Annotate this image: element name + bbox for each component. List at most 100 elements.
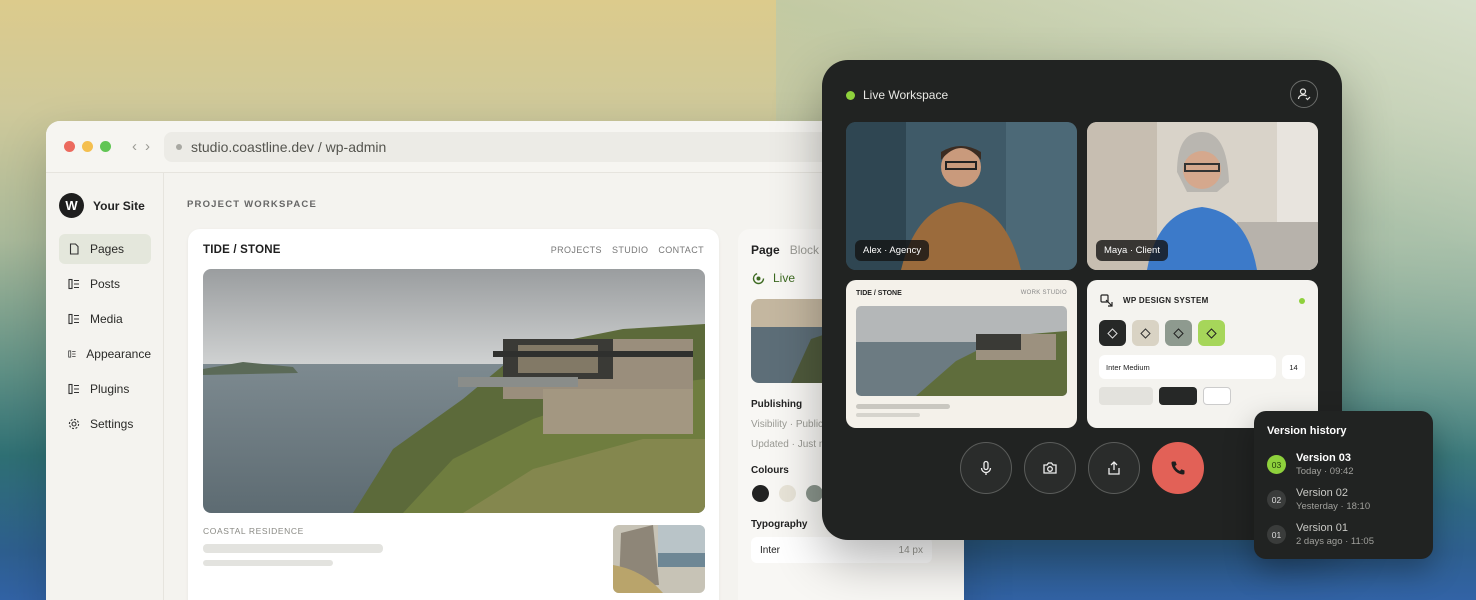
- sidebar-item-pages[interactable]: Pages: [59, 234, 151, 264]
- workspace-title: Live Workspace: [863, 88, 949, 102]
- publishing-label: Publishing: [751, 399, 803, 410]
- colour-swatch[interactable]: [806, 485, 823, 502]
- site-info-icon: [176, 143, 182, 150]
- mini-hero-image: [856, 306, 1067, 396]
- participant-label: Alex · Agency: [855, 240, 930, 261]
- preview-nav-studio[interactable]: STUDIO: [612, 245, 648, 255]
- maximize-window-button[interactable]: [100, 141, 111, 152]
- forward-arrow-icon[interactable]: ›: [145, 138, 150, 155]
- version-number-badge: 03: [1267, 455, 1286, 474]
- posts-icon: [68, 278, 79, 290]
- plugins-icon: [68, 383, 79, 395]
- version-date: 2 days ago · 11:05: [1296, 536, 1374, 547]
- sidebar-item-label: Media: [90, 312, 123, 326]
- sidebar-item-label: Settings: [90, 417, 134, 431]
- style-tile[interactable]: [1165, 320, 1192, 346]
- sidebar-item-label: Appearance: [86, 347, 151, 361]
- version-history-title: Version history: [1267, 425, 1347, 437]
- design-system-card[interactable]: WP DESIGN SYSTEM Inter Medium 14: [1087, 280, 1318, 428]
- back-arrow-icon[interactable]: ‹: [132, 138, 137, 155]
- fill-icon: [1140, 327, 1151, 339]
- sidebar-item-appearance[interactable]: Appearance: [59, 339, 151, 369]
- participant-label: Maya · Client: [1096, 240, 1168, 261]
- version-item[interactable]: 01 Version 01 2 days ago · 11:05: [1267, 522, 1374, 547]
- version-item[interactable]: 02 Version 02 Yesterday · 18:10: [1267, 487, 1370, 512]
- button-style-outline[interactable]: [1203, 387, 1231, 405]
- media-icon: [68, 313, 79, 325]
- style-tile[interactable]: [1132, 320, 1159, 346]
- colour-swatch[interactable]: [752, 485, 769, 502]
- site-header[interactable]: W Your Site: [46, 173, 163, 218]
- preview-nav-contact[interactable]: CONTACT: [658, 245, 704, 255]
- font-selector[interactable]: Inter 14 px: [751, 537, 932, 563]
- share-icon: [1108, 461, 1120, 475]
- colour-swatch[interactable]: [779, 485, 796, 502]
- version-name: Version 03: [1296, 452, 1352, 464]
- preview-nav-projects[interactable]: PROJECTS: [551, 245, 602, 255]
- hero-image: [203, 269, 705, 513]
- site-name: Your Site: [93, 198, 145, 213]
- close-window-button[interactable]: [64, 141, 75, 152]
- text-skeleton: [856, 413, 920, 417]
- sidebar-item-plugins[interactable]: Plugins: [59, 374, 151, 404]
- style-tile[interactable]: [1099, 320, 1126, 346]
- tab-page[interactable]: Page: [751, 243, 780, 257]
- phone-icon: [1171, 461, 1185, 475]
- camera-icon: [1043, 462, 1057, 474]
- visibility-text[interactable]: Visibility · Public: [751, 419, 823, 430]
- user-check-icon[interactable]: [1290, 80, 1318, 108]
- version-history-panel: Version history 03 Version 03 Today · 09…: [1254, 411, 1433, 559]
- sidebar-item-settings[interactable]: Settings: [59, 409, 151, 439]
- font-size-field[interactable]: 14: [1282, 355, 1305, 379]
- text-skeleton: [203, 560, 333, 566]
- video-tile-maya[interactable]: Maya · Client: [1087, 122, 1318, 270]
- fill-icon: [1173, 327, 1184, 339]
- address-bar[interactable]: studio.coastline.dev / wp-admin: [164, 131, 844, 162]
- shared-site-preview[interactable]: TIDE / STONE WORK STUDIO: [846, 280, 1077, 428]
- preview-brand: TIDE / STONE: [203, 244, 281, 256]
- version-name: Version 01: [1296, 522, 1348, 534]
- font-size: 14 px: [898, 544, 923, 556]
- microphone-button[interactable]: [960, 442, 1012, 494]
- palette-icon: [1100, 294, 1113, 307]
- text-skeleton: [856, 404, 950, 409]
- sidebar-item-label: Plugins: [90, 382, 130, 396]
- admin-sidebar: W Your Site Pages Posts Media Appearance: [46, 173, 164, 600]
- version-number-badge: 01: [1267, 525, 1286, 544]
- status-badge: Live: [752, 271, 795, 285]
- typography-label: Typography: [751, 519, 808, 530]
- button-style-light[interactable]: [1099, 387, 1153, 405]
- fill-icon: [1206, 327, 1217, 339]
- thumbnail-image: [613, 525, 705, 593]
- page-title: PROJECT WORKSPACE: [187, 199, 318, 210]
- fill-icon: [1107, 327, 1118, 339]
- mini-brand: TIDE / STONE: [856, 290, 902, 297]
- sync-indicator: [1299, 298, 1305, 304]
- status-text: Live: [773, 271, 796, 285]
- sidebar-item-media[interactable]: Media: [59, 304, 151, 334]
- version-name: Version 02: [1296, 487, 1348, 499]
- appearance-icon: [68, 350, 76, 358]
- version-date: Today · 09:42: [1296, 466, 1354, 477]
- microphone-icon: [980, 460, 992, 475]
- sidebar-item-posts[interactable]: Posts: [59, 269, 151, 299]
- button-style-dark[interactable]: [1159, 387, 1197, 405]
- wordpress-logo-icon: W: [59, 193, 84, 218]
- sidebar-item-label: Pages: [90, 242, 125, 256]
- site-preview-card[interactable]: TIDE / STONE PROJECTS STUDIO CONTACT COA…: [188, 229, 719, 600]
- colours-label: Colours: [751, 465, 789, 476]
- tab-block[interactable]: Block: [790, 243, 819, 257]
- url-text: studio.coastline.dev / wp-admin: [191, 138, 387, 155]
- camera-button[interactable]: [1024, 442, 1076, 494]
- share-screen-button[interactable]: [1088, 442, 1140, 494]
- video-tile-alex[interactable]: Alex · Agency: [846, 122, 1077, 270]
- text-skeleton: [203, 544, 383, 553]
- minimize-window-button[interactable]: [82, 141, 93, 152]
- version-date: Yesterday · 18:10: [1296, 501, 1371, 512]
- font-field[interactable]: Inter Medium: [1099, 355, 1276, 379]
- version-number-badge: 02: [1267, 490, 1286, 509]
- online-indicator: [846, 90, 855, 100]
- end-call-button[interactable]: [1152, 442, 1204, 494]
- version-item[interactable]: 03 Version 03 Today · 09:42: [1267, 452, 1354, 477]
- style-tile[interactable]: [1198, 320, 1225, 346]
